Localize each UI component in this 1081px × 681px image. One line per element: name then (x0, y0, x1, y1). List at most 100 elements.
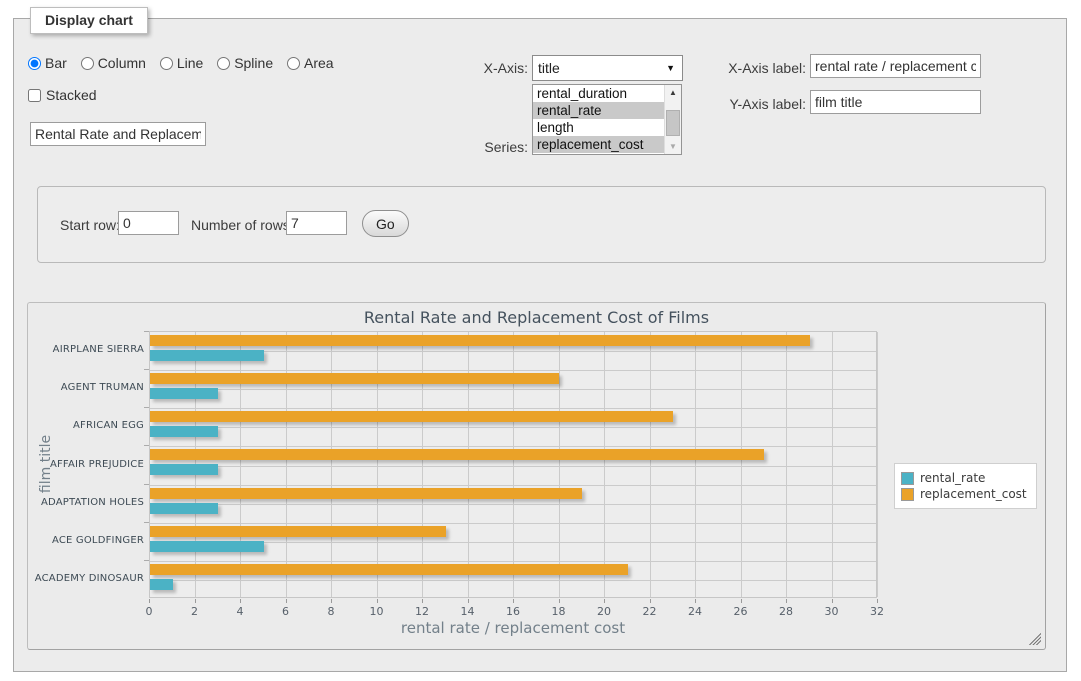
chevron-down-icon: ▼ (666, 63, 675, 73)
x-tick-label: 6 (273, 605, 299, 618)
x-tick-label: 2 (182, 605, 208, 618)
x-tick-mark (331, 599, 332, 603)
y-tick-mark (144, 522, 149, 523)
number-of-rows-label: Number of rows: (191, 217, 294, 233)
radio-area[interactable] (287, 57, 300, 70)
gridline (331, 332, 332, 597)
radio-option-area[interactable]: Area (287, 55, 334, 71)
gridline (695, 332, 696, 597)
category-label: AFFAIR PREJUDICE (33, 459, 144, 470)
category-label: AIRPLANE SIERRA (33, 344, 144, 355)
rental-rate-swatch-icon (901, 472, 914, 485)
bar-rental_rate (150, 388, 218, 399)
chart-x-axis-title: rental rate / replacement cost (149, 619, 877, 637)
x-axis-label-caption: X-Axis label: (714, 60, 806, 76)
x-tick-mark (786, 599, 787, 603)
series-option-length[interactable]: length (533, 119, 681, 136)
gridline (150, 466, 876, 467)
radio-spline[interactable] (217, 57, 230, 70)
x-tick-mark (377, 599, 378, 603)
stacked-option[interactable]: Stacked (28, 87, 97, 103)
y-axis-label-caption: Y-Axis label: (714, 96, 806, 112)
category-label: AGENT TRUMAN (33, 382, 144, 393)
chart-title-input[interactable] (30, 122, 206, 146)
gridline (832, 332, 833, 597)
x-tick-label: 24 (682, 605, 708, 618)
x-tick-label: 0 (136, 605, 162, 618)
x-tick-mark (650, 599, 651, 603)
gridline (150, 523, 876, 524)
radio-option-spline[interactable]: Spline (217, 55, 273, 71)
radio-column[interactable] (81, 57, 94, 70)
x-tick-mark (286, 599, 287, 603)
gridline (741, 332, 742, 597)
x-tick-label: 32 (864, 605, 890, 618)
x-tick-label: 8 (318, 605, 344, 618)
go-button[interactable]: Go (362, 210, 409, 237)
radio-line[interactable] (160, 57, 173, 70)
y-tick-mark (144, 407, 149, 408)
gridline (559, 332, 560, 597)
series-option-replacement-cost[interactable]: replacement_cost (533, 136, 681, 153)
bar-rental_rate (150, 350, 264, 361)
y-tick-mark (144, 445, 149, 446)
bar-rental_rate (150, 579, 173, 590)
bar-replacement_cost (150, 526, 446, 537)
y-tick-mark (144, 331, 149, 332)
x-tick-mark (741, 599, 742, 603)
series-option-rental-duration[interactable]: rental_duration (533, 85, 681, 102)
x-tick-label: 26 (728, 605, 754, 618)
bar-replacement_cost (150, 411, 673, 422)
stacked-checkbox[interactable] (28, 89, 41, 102)
resize-grip-icon[interactable] (1029, 633, 1041, 645)
radio-option-line[interactable]: Line (160, 55, 203, 71)
gridline (422, 332, 423, 597)
x-tick-mark (513, 599, 514, 603)
gridline (650, 332, 651, 597)
gridline (786, 332, 787, 597)
x-tick-mark (195, 599, 196, 603)
scrollbar-thumb[interactable] (666, 110, 680, 136)
scroll-up-icon[interactable]: ▲ (665, 85, 681, 100)
gridline (286, 332, 287, 597)
rows-form-box (37, 186, 1046, 263)
start-row-input[interactable] (118, 211, 179, 235)
x-tick-mark (695, 599, 696, 603)
y-axis-label-input[interactable] (810, 90, 981, 114)
x-axis-select[interactable]: title ▼ (532, 55, 683, 81)
x-axis-selected-value: title (538, 60, 560, 76)
gridline (604, 332, 605, 597)
gridline (468, 332, 469, 597)
gridline (377, 332, 378, 597)
x-tick-label: 4 (227, 605, 253, 618)
x-tick-label: 20 (591, 605, 617, 618)
radio-bar[interactable] (28, 57, 41, 70)
gridline (150, 485, 876, 486)
gridline (150, 370, 876, 371)
x-tick-label: 22 (637, 605, 663, 618)
series-list-scrollbar[interactable]: ▲ ▼ (664, 85, 681, 154)
x-axis-label-input[interactable] (810, 54, 981, 78)
x-tick-mark (422, 599, 423, 603)
category-label: ADAPTATION HOLES (33, 497, 144, 508)
gridline (150, 427, 876, 428)
series-option-rental-rate[interactable]: rental_rate (533, 102, 681, 119)
bar-replacement_cost (150, 373, 559, 384)
number-of-rows-input[interactable] (286, 211, 347, 235)
gridline (150, 408, 876, 409)
x-tick-label: 10 (364, 605, 390, 618)
legend-row: rental_rate (901, 471, 1027, 485)
radio-option-bar[interactable]: Bar (28, 55, 67, 71)
x-tick-mark (877, 599, 878, 603)
x-tick-label: 18 (546, 605, 572, 618)
x-tick-mark (240, 599, 241, 603)
y-tick-mark (144, 484, 149, 485)
x-tick-mark (604, 599, 605, 603)
legend-label: replacement_cost (920, 487, 1027, 501)
x-tick-label: 16 (500, 605, 526, 618)
y-tick-mark (144, 369, 149, 370)
chart-title: Rental Rate and Replacement Cost of Film… (28, 308, 1045, 327)
series-multiselect[interactable]: rental_duration rental_rate length repla… (532, 84, 682, 155)
scroll-down-icon[interactable]: ▼ (665, 139, 681, 154)
radio-option-column[interactable]: Column (81, 55, 146, 71)
